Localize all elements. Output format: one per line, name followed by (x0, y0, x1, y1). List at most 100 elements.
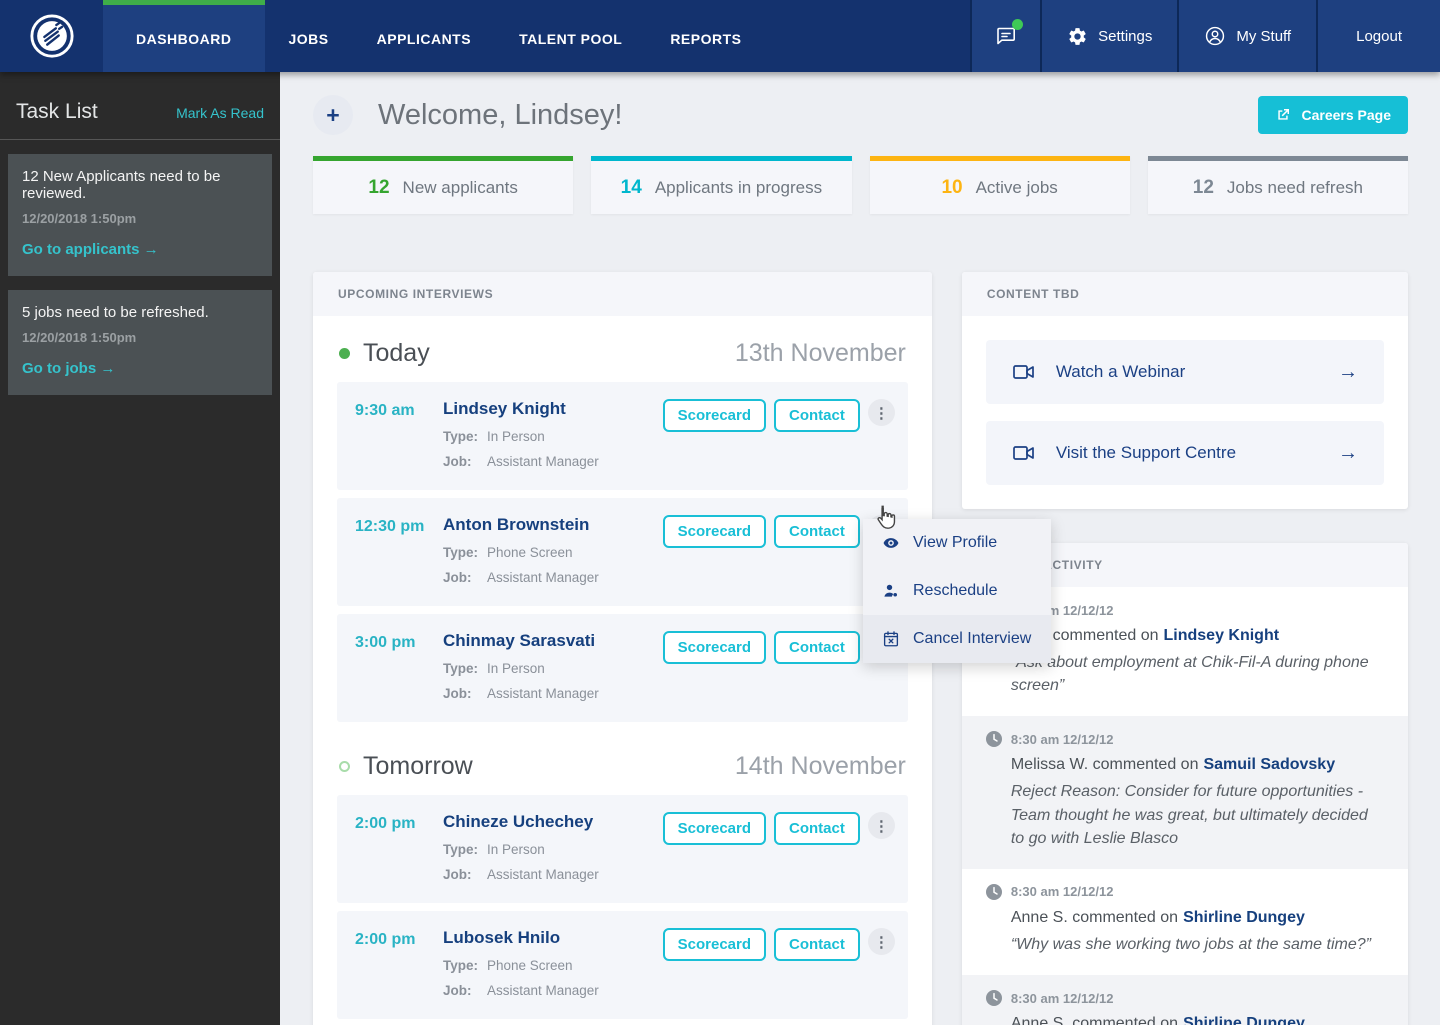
today-dot-icon (339, 348, 350, 359)
activity-text: Anne commented on Lindsey Knight (1011, 627, 1384, 645)
main-area: + Welcome, Lindsey! Careers Page 12 New … (280, 72, 1440, 1025)
cancel-interview-menu-item[interactable]: Cancel Interview (863, 615, 1051, 663)
kebab-menu-button[interactable]: ⋮ (867, 399, 895, 426)
interview-time: 3:00 pm (355, 634, 416, 651)
contact-button[interactable]: Contact (774, 515, 860, 548)
task-list-header: Task List Mark As Read (0, 100, 280, 139)
scorecard-button[interactable]: Scorecard (662, 515, 766, 548)
kebab-menu-button[interactable]: ⋮ (867, 928, 895, 955)
scorecard-button[interactable]: Scorecard (662, 928, 766, 961)
nav-right-group: Settings My Stuff Logout (970, 0, 1440, 72)
task-text: 12 New Applicants need to be reviewed. (22, 168, 221, 202)
support-centre-link[interactable]: Visit the Support Centre → (985, 421, 1384, 485)
reschedule-label: Reschedule (913, 582, 998, 599)
activity-prefix: Anne S. commented on (1010, 1015, 1179, 1025)
activity-text: Melissa W. commented on Samuil Sadovsky (1011, 756, 1384, 774)
type-label: Type: (443, 842, 479, 857)
nav-tab-jobs[interactable]: JOBS (265, 0, 353, 72)
day-name: Today (363, 339, 430, 367)
type-value: In Person (487, 661, 545, 676)
scorecard-button[interactable]: Scorecard (662, 631, 766, 664)
upcoming-interviews-panel: UPCOMING INTERVIEWS Today 13th November … (313, 272, 932, 1025)
watch-webinar-link[interactable]: Watch a Webinar → (985, 340, 1384, 404)
support-centre-label: Visit the Support Centre (1055, 443, 1237, 462)
stat-value: 14 (620, 176, 642, 198)
logout-button[interactable]: Logout (1316, 0, 1440, 72)
type-label: Type: (443, 429, 479, 444)
mark-as-read-link[interactable]: Mark As Read (176, 105, 264, 121)
stat-label: Applicants in progress (654, 177, 823, 197)
activity-text: Anne S. commented on Shirline Dungey (1011, 1015, 1384, 1025)
calendar-x-icon (882, 630, 900, 648)
activity-item: 8:30 am 12/12/12 Anne S. commented on Shi… (961, 975, 1408, 1025)
reschedule-menu-item[interactable]: Reschedule (863, 567, 1051, 615)
go-to-jobs-link[interactable]: Go to jobs → (22, 360, 115, 377)
type-value: Phone Screen (487, 545, 573, 560)
scorecard-button[interactable]: Scorecard (662, 812, 766, 845)
kebab-menu-button[interactable]: ⋮ (867, 812, 895, 839)
interview-time: 2:00 pm (355, 815, 416, 832)
interview-type-row: Type: Phone Screen (443, 958, 663, 973)
stat-applicants-in-progress[interactable]: 14 Applicants in progress (591, 156, 852, 214)
go-to-applicants-link[interactable]: Go to applicants → (22, 241, 159, 258)
activity-text: Anne S. commented on Shirline Dungey (1011, 909, 1384, 927)
job-label: Job: (443, 867, 472, 882)
nav-tab-talent-pool[interactable]: TALENT POOL (495, 0, 646, 72)
candidate-link[interactable]: Shirline Dungey (1183, 1015, 1305, 1025)
contact-button[interactable]: Contact (774, 631, 860, 664)
clock-icon (985, 883, 1002, 900)
nav-tab-reports[interactable]: REPORTS (646, 0, 765, 72)
stat-label: Active jobs (975, 177, 1058, 197)
contact-button[interactable]: Contact (774, 928, 860, 961)
welcome-header: + Welcome, Lindsey! Careers Page (313, 95, 1408, 135)
interview-type-row: Type: In Person (443, 429, 663, 444)
careers-page-button[interactable]: Careers Page (1258, 96, 1408, 134)
nav-tab-dashboard[interactable]: DASHBOARD (103, 0, 265, 72)
brand-logo-icon (29, 13, 75, 59)
candidate-link[interactable]: Lindsey Knight (1164, 627, 1280, 644)
stat-value: 12 (368, 176, 390, 198)
scorecard-button[interactable]: Scorecard (662, 399, 766, 432)
settings-button[interactable]: Settings (1040, 0, 1178, 72)
interview-job-row: Job: Assistant Manager (443, 686, 663, 701)
day-heading-today: Today 13th November (339, 339, 906, 368)
person-reschedule-icon (882, 582, 900, 600)
interview-actions: Scorecard Contact ⋮ (662, 631, 895, 701)
stat-jobs-need-refresh[interactable]: 12 Jobs need refresh (1147, 156, 1408, 214)
job-value: Assistant Manager (487, 983, 599, 998)
candidate-link[interactable]: Shirline Dungey (1183, 909, 1305, 926)
contact-button[interactable]: Contact (774, 812, 860, 845)
activity-timestamp: 8:30 am 12/12/12 (1010, 990, 1114, 1006)
stat-new-applicants[interactable]: 12 New applicants (313, 156, 574, 214)
view-profile-menu-item[interactable]: View Profile (863, 519, 1051, 567)
contact-button[interactable]: Contact (774, 399, 860, 432)
nav-tab-applicants[interactable]: APPLICANTS (353, 0, 495, 72)
job-value: Assistant Manager (487, 686, 599, 701)
type-value: In Person (487, 842, 545, 857)
interview-row: 3:00 pm Chinmay Sarasvati Type: In Person… (337, 614, 908, 722)
type-label: Type: (443, 958, 479, 973)
careers-page-label: Careers Page (1301, 107, 1391, 123)
interview-context-menu: View Profile Reschedule Cancel Interview (863, 519, 1051, 663)
video-camera-icon (1012, 362, 1036, 382)
job-value: Assistant Manager (487, 454, 599, 469)
brand-logo[interactable] (0, 0, 103, 72)
my-stuff-button[interactable]: My Stuff (1177, 0, 1317, 72)
tomorrow-dot-icon (339, 761, 350, 772)
user-circle-icon (1204, 25, 1226, 47)
task-text: 5 jobs need to be refreshed. (22, 304, 209, 321)
interview-type-row: Type: Phone Screen (443, 545, 663, 560)
job-label: Job: (443, 570, 472, 585)
activity-prefix: Anne S. commented on (1010, 908, 1179, 926)
messages-button[interactable] (970, 0, 1041, 72)
nav-tab-applicants-label: APPLICANTS (376, 30, 472, 47)
interview-details: Lindsey Knight Type: In Person Job: Assist… (443, 399, 663, 469)
candidate-link[interactable]: Samuil Sadovsky (1203, 756, 1335, 773)
type-label: Type: (443, 661, 479, 676)
top-nav: DASHBOARD JOBS APPLICANTS TALENT POOL RE… (0, 0, 1440, 72)
arrow-right-icon: → (1338, 441, 1358, 464)
add-button[interactable]: + (313, 95, 353, 135)
stat-active-jobs[interactable]: 10 Active jobs (869, 156, 1130, 214)
interview-details: Lubosek Hnilo Type: Phone Screen Job: Assi… (443, 928, 663, 998)
settings-label: Settings (1098, 27, 1153, 45)
